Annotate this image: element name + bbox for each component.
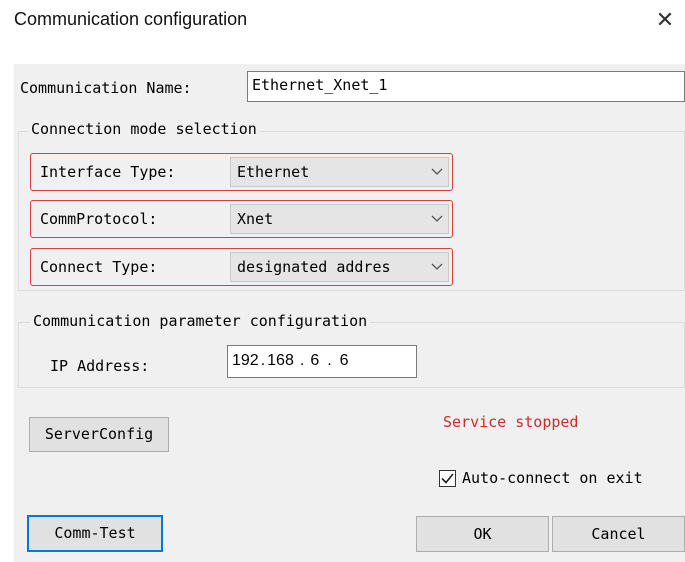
ip-octet-4: 6 — [339, 352, 349, 369]
comm-name-input[interactable]: Ethernet_Xnet_1 — [247, 71, 685, 102]
cancel-button[interactable]: Cancel — [552, 516, 685, 552]
ip-octet-1: 192 — [232, 352, 259, 369]
chevron-down-icon — [431, 215, 443, 222]
chevron-down-icon — [431, 168, 443, 175]
ip-octet-3: 6 — [310, 352, 320, 369]
interface-type-label: Interface Type: — [40, 163, 176, 181]
connect-type-label: Connect Type: — [40, 258, 158, 276]
server-config-button[interactable]: ServerConfig — [29, 417, 169, 452]
checkmark-icon — [441, 473, 454, 484]
ip-address-input[interactable]: 192. 168. 6. 6 — [227, 345, 417, 378]
auto-connect-checkbox[interactable] — [439, 470, 456, 487]
comm-protocol-label: CommProtocol: — [40, 210, 158, 228]
comm-test-button[interactable]: Comm-Test — [27, 515, 163, 552]
interface-type-select[interactable]: Ethernet — [230, 157, 449, 187]
service-status-text: Service stopped — [443, 413, 579, 431]
window-title: Communication configuration — [14, 9, 248, 29]
interface-type-value: Ethernet — [237, 163, 310, 181]
param-config-legend: Communication parameter configuration — [30, 312, 371, 330]
comm-protocol-select[interactable]: Xnet — [230, 204, 449, 234]
auto-connect-label: Auto-connect on exit — [462, 469, 643, 487]
ok-button[interactable]: OK — [416, 516, 549, 552]
connection-mode-legend: Connection mode selection — [28, 120, 260, 138]
chevron-down-icon — [431, 263, 443, 270]
ip-octet-2: 168 — [267, 352, 294, 369]
ip-address-label: IP Address: — [50, 357, 150, 375]
close-icon[interactable]: ✕ — [650, 6, 680, 36]
connect-type-value: designated addres — [237, 258, 391, 276]
connect-type-select[interactable]: designated addres — [230, 252, 449, 282]
comm-protocol-value: Xnet — [237, 210, 274, 228]
comm-name-label: Communication Name: — [20, 79, 192, 97]
